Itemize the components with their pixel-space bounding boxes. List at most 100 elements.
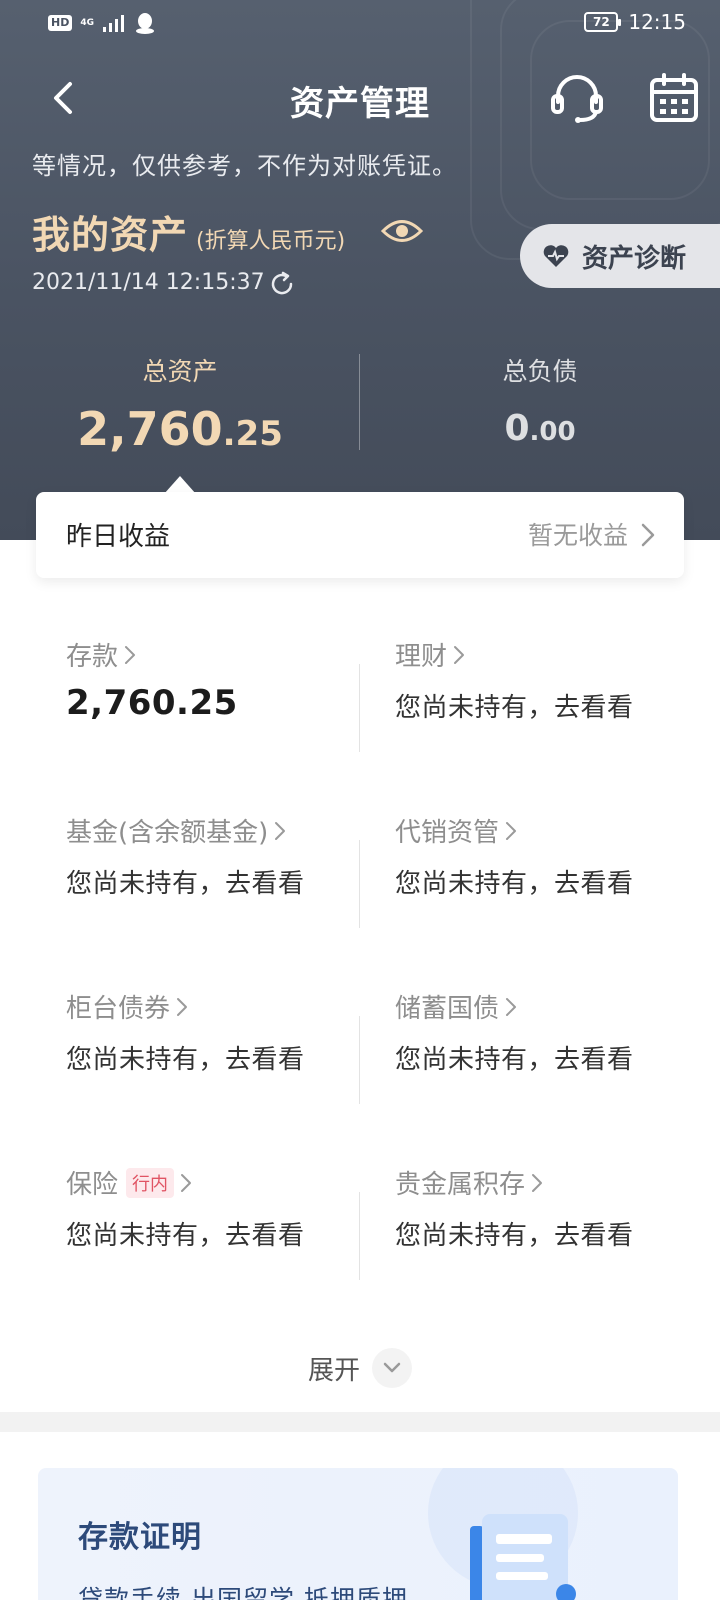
chevron-right-icon bbox=[506, 821, 517, 840]
nav-bar: 资产管理 bbox=[0, 66, 720, 128]
category-value: 2,760.25 bbox=[66, 683, 238, 723]
total-assets-label: 总资产 bbox=[142, 357, 218, 386]
chevron-down-icon bbox=[383, 1362, 401, 1373]
battery-icon: 72 bbox=[584, 12, 622, 32]
column-divider bbox=[359, 1016, 360, 1104]
category-title: 存款 bbox=[66, 636, 386, 673]
calendar-icon bbox=[650, 73, 698, 122]
header-panel: HD 4G 72 12:15 资产管理 等情况，仅供参考，不作为对账凭证。 我的… bbox=[0, 0, 720, 540]
category-title: 贵金属积存 bbox=[395, 1164, 715, 1201]
category-savings-bonds[interactable]: 储蓄国债 您尚未持有，去看看 bbox=[395, 988, 715, 1076]
assets-unit: (折算人民币元) bbox=[196, 229, 346, 254]
category-title-text: 储蓄国债 bbox=[395, 994, 500, 1024]
total-assets-integer: 2,760 bbox=[77, 402, 223, 456]
category-title-text: 理财 bbox=[395, 642, 448, 672]
column-divider bbox=[359, 840, 360, 928]
in-bank-tag: 行内 bbox=[126, 1167, 175, 1198]
grid-row: 存款 2,760.25 理财 您尚未持有，去看看 bbox=[0, 636, 720, 812]
eye-icon bbox=[380, 220, 424, 242]
update-timestamp: 2021/11/14 12:15:37 bbox=[32, 270, 265, 295]
grid-row: 基金(含余额基金) 您尚未持有，去看看 代销资管 您尚未持有，去看看 bbox=[0, 812, 720, 988]
total-assets-value: 2,760.25 bbox=[0, 402, 360, 456]
total-liabilities-value: 0.00 bbox=[360, 408, 720, 449]
category-wealth-management[interactable]: 理财 您尚未持有，去看看 bbox=[395, 636, 715, 724]
certificate-description: 贷款手续 出国留学 抵押质押 bbox=[78, 1585, 408, 1600]
chevron-right-icon bbox=[181, 1173, 192, 1192]
total-liabilities-integer: 0 bbox=[504, 408, 530, 449]
grid-row: 柜台债券 您尚未持有，去看看 储蓄国债 您尚未持有，去看看 bbox=[0, 988, 720, 1164]
certificate-title: 存款证明 bbox=[78, 1520, 202, 1555]
calendar-button[interactable] bbox=[648, 72, 700, 124]
category-value: 您尚未持有，去看看 bbox=[66, 1045, 305, 1075]
heart-pulse-icon bbox=[543, 245, 569, 267]
category-title: 保险 行内 bbox=[66, 1164, 386, 1201]
chevron-right-icon bbox=[454, 645, 465, 664]
assets-title-row: 我的资产 (折算人民币元) bbox=[32, 204, 345, 259]
expand-label: 展开 bbox=[307, 1355, 360, 1386]
chevron-right-icon bbox=[275, 821, 286, 840]
category-title-text: 保险 bbox=[66, 1170, 119, 1200]
section-divider bbox=[0, 1412, 720, 1432]
status-left: HD 4G bbox=[48, 12, 156, 34]
category-agency-asset-management[interactable]: 代销资管 您尚未持有，去看看 bbox=[395, 812, 715, 900]
signal-icon bbox=[103, 15, 124, 32]
category-value: 您尚未持有，去看看 bbox=[66, 869, 305, 899]
asset-diagnosis-button[interactable]: 资产诊断 bbox=[520, 224, 720, 288]
chevron-right-icon bbox=[641, 523, 655, 547]
category-insurance[interactable]: 保险 行内 您尚未持有，去看看 bbox=[66, 1164, 386, 1252]
column-divider bbox=[359, 664, 360, 752]
grid-row: 保险 行内 您尚未持有，去看看 贵金属积存 您尚未持有，去看看 bbox=[0, 1164, 720, 1340]
category-precious-metals[interactable]: 贵金属积存 您尚未持有，去看看 bbox=[395, 1164, 715, 1252]
category-title-text: 代销资管 bbox=[395, 818, 500, 848]
category-counter-bonds[interactable]: 柜台债券 您尚未持有，去看看 bbox=[66, 988, 386, 1076]
customer-service-button[interactable] bbox=[550, 72, 604, 124]
category-title-text: 存款 bbox=[66, 642, 119, 672]
category-fund[interactable]: 基金(含余额基金) 您尚未持有，去看看 bbox=[66, 812, 386, 900]
chevron-right-icon bbox=[177, 997, 188, 1016]
category-value: 您尚未持有，去看看 bbox=[395, 693, 634, 723]
yesterday-income-card[interactable]: 昨日收益 暂无收益 bbox=[36, 492, 684, 578]
hd-badge: HD bbox=[48, 15, 73, 31]
total-assets-block[interactable]: 总资产 2,760.25 bbox=[0, 352, 360, 456]
chevron-right-icon bbox=[506, 997, 517, 1016]
category-title-text: 基金(含余额基金) bbox=[66, 818, 269, 848]
assets-title: 我的资产 bbox=[32, 213, 189, 257]
asset-category-grid: 存款 2,760.25 理财 您尚未持有，去看看 基金(含余额基金) 您尚未持有… bbox=[0, 636, 720, 1340]
clock: 12:15 bbox=[628, 10, 686, 34]
income-value: 暂无收益 bbox=[527, 521, 628, 550]
category-value: 您尚未持有，去看看 bbox=[395, 1221, 634, 1251]
total-liabilities-label: 总负债 bbox=[502, 357, 578, 386]
category-title-text: 贵金属积存 bbox=[395, 1170, 526, 1200]
refresh-button[interactable] bbox=[268, 270, 296, 298]
headset-icon bbox=[551, 75, 603, 123]
column-divider bbox=[359, 1192, 360, 1280]
expand-button[interactable]: 展开 bbox=[0, 1348, 720, 1388]
total-liabilities-decimal: .00 bbox=[529, 417, 576, 447]
refresh-icon bbox=[271, 271, 293, 295]
deposit-certificate-card[interactable]: 存款证明 贷款手续 出国留学 抵押质押 bbox=[38, 1468, 678, 1600]
category-title: 柜台债券 bbox=[66, 988, 386, 1025]
category-value: 您尚未持有，去看看 bbox=[395, 1045, 634, 1075]
chevron-right-icon bbox=[125, 645, 136, 664]
status-bar: HD 4G 72 12:15 bbox=[0, 0, 720, 48]
network-label: 4G bbox=[80, 17, 94, 28]
category-title: 代销资管 bbox=[395, 812, 715, 849]
category-value: 您尚未持有，去看看 bbox=[395, 869, 634, 899]
document-illustration-icon bbox=[470, 1514, 576, 1600]
total-liabilities-block[interactable]: 总负债 0.00 bbox=[360, 352, 720, 449]
category-title: 基金(含余额基金) bbox=[66, 812, 386, 849]
category-deposit[interactable]: 存款 2,760.25 bbox=[66, 636, 386, 723]
asset-diagnosis-label: 资产诊断 bbox=[582, 243, 687, 274]
notification-app-icon bbox=[136, 13, 154, 34]
page-title: 资产管理 bbox=[290, 84, 430, 124]
income-label: 昨日收益 bbox=[66, 522, 171, 552]
toggle-visibility-button[interactable] bbox=[380, 216, 424, 246]
category-title: 储蓄国债 bbox=[395, 988, 715, 1025]
total-assets-decimal: .25 bbox=[222, 414, 283, 454]
expand-icon-wrap bbox=[372, 1348, 412, 1388]
category-value: 您尚未持有，去看看 bbox=[66, 1221, 305, 1251]
status-right: 72 12:15 bbox=[584, 10, 686, 34]
chevron-right-icon bbox=[532, 1173, 543, 1192]
category-title: 理财 bbox=[395, 636, 715, 673]
disclaimer-text: 等情况，仅供参考，不作为对账凭证。 bbox=[32, 152, 457, 180]
